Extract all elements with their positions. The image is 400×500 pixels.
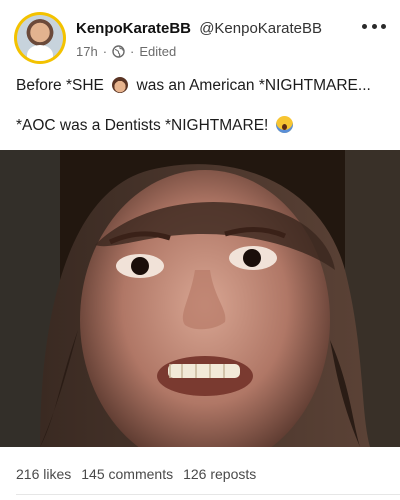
- post-text-part: *AOC was a Dentists *NIGHTMARE!: [16, 117, 269, 134]
- screaming-face-emoji-icon: [275, 116, 293, 133]
- post-body: Before *SHE was an American *NIGHTMARE..…: [16, 76, 386, 136]
- more-dot: [381, 23, 386, 29]
- avatar[interactable]: [14, 12, 66, 64]
- meta-separator: ·: [102, 44, 108, 59]
- reposts-count[interactable]: 126 reposts: [183, 466, 256, 482]
- more-options-icon[interactable]: [362, 18, 386, 34]
- post-text-line-1: Before *SHE was an American *NIGHTMARE..…: [16, 76, 386, 96]
- more-dot: [362, 23, 367, 29]
- post-header: KenpoKarateBB @KenpoKarateBB 17h · · Edi…: [0, 0, 400, 70]
- globe-icon: [112, 45, 125, 58]
- post-text-line-2: *AOC was a Dentists *NIGHTMARE!: [16, 116, 386, 136]
- author-row: KenpoKarateBB @KenpoKarateBB: [76, 20, 322, 37]
- woman-face-emoji-icon: [112, 77, 129, 93]
- more-dot: [371, 23, 377, 29]
- post-image[interactable]: [0, 150, 400, 447]
- post-time[interactable]: 17h: [76, 44, 98, 59]
- avatar-photo: [17, 15, 63, 61]
- likes-count[interactable]: 216 likes: [16, 466, 71, 482]
- post-text-part: Before *SHE: [16, 77, 104, 94]
- user-handle[interactable]: @KenpoKarateBB: [199, 20, 322, 37]
- post-meta: 17h · · Edited: [76, 44, 176, 59]
- display-name[interactable]: KenpoKarateBB: [76, 20, 191, 37]
- engagement-stats: 216 likes 145 comments 126 reposts: [16, 466, 256, 482]
- comments-count[interactable]: 145 comments: [81, 466, 173, 482]
- divider: [16, 494, 400, 495]
- post-photo: [0, 150, 400, 447]
- post-text-part: was an American *NIGHTMARE...: [136, 77, 371, 94]
- edited-label: Edited: [139, 44, 177, 59]
- meta-separator: ·: [130, 44, 135, 59]
